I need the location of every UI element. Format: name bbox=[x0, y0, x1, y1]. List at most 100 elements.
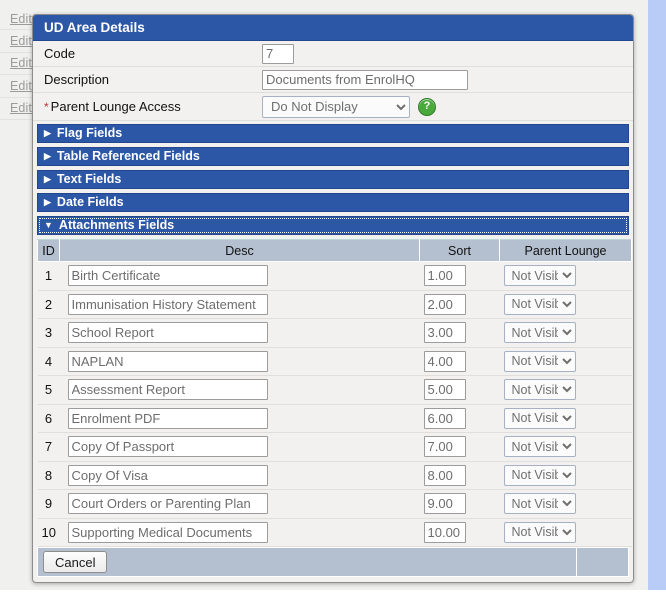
edit-link[interactable]: Edit bbox=[10, 101, 32, 115]
row-parent-lounge-cell: Not Visible bbox=[500, 490, 632, 519]
row-id: 10 bbox=[38, 518, 60, 547]
row-desc-cell bbox=[60, 518, 420, 547]
chevron-right-icon: ▶ bbox=[44, 129, 51, 138]
row-desc-cell bbox=[60, 490, 420, 519]
attachments-table-body: 1 Not Visible 2 Not Visible 3 bbox=[38, 262, 632, 547]
column-header-desc: Desc bbox=[60, 240, 420, 262]
row-desc-cell bbox=[60, 433, 420, 462]
table-row: 8 Not Visible bbox=[38, 461, 632, 490]
chevron-right-icon: ▶ bbox=[44, 198, 51, 207]
table-row: 3 Not Visible bbox=[38, 319, 632, 348]
column-header-id: ID bbox=[38, 240, 60, 262]
field-row-description: Description bbox=[33, 67, 633, 93]
parent-lounge-access-select[interactable]: Do Not Display bbox=[262, 96, 410, 118]
row-desc-cell bbox=[60, 319, 420, 348]
cancel-button[interactable]: Cancel bbox=[43, 551, 107, 573]
edit-link[interactable]: Edit bbox=[10, 34, 32, 48]
screen: Edit Edit Edit Edit Edit UD Area Details… bbox=[0, 0, 666, 600]
desc-input[interactable] bbox=[68, 465, 268, 486]
row-sort-cell bbox=[420, 433, 500, 462]
section-text-fields[interactable]: ▶ Text Fields bbox=[37, 170, 629, 189]
section-bars: ▶ Flag Fields ▶ Table Referenced Fields … bbox=[33, 121, 633, 235]
code-input[interactable] bbox=[262, 44, 294, 64]
parent-lounge-select[interactable]: Not Visible bbox=[504, 322, 576, 343]
sort-input[interactable] bbox=[424, 265, 466, 286]
desc-input[interactable] bbox=[68, 436, 268, 457]
parent-lounge-select[interactable]: Not Visible bbox=[504, 294, 576, 315]
row-sort-cell bbox=[420, 290, 500, 319]
parent-lounge-select[interactable]: Not Visible bbox=[504, 493, 576, 514]
table-row: 7 Not Visible bbox=[38, 433, 632, 462]
parent-lounge-select[interactable]: Not Visible bbox=[504, 351, 576, 372]
section-text-fields-label: Text Fields bbox=[57, 170, 121, 189]
section-attachments-fields[interactable]: ▼ Attachments Fields bbox=[37, 216, 629, 235]
sort-input[interactable] bbox=[424, 322, 466, 343]
row-desc-cell bbox=[60, 376, 420, 405]
desc-input[interactable] bbox=[68, 265, 268, 286]
attachments-table-wrap: ID Desc Sort Parent Lounge 1 Not Visible bbox=[33, 239, 633, 547]
desc-input[interactable] bbox=[68, 379, 268, 400]
footer-divider bbox=[576, 548, 577, 576]
parent-lounge-select[interactable]: Not Visible bbox=[504, 408, 576, 429]
section-table-referenced-fields[interactable]: ▶ Table Referenced Fields bbox=[37, 147, 629, 166]
row-sort-cell bbox=[420, 347, 500, 376]
sort-input[interactable] bbox=[424, 408, 466, 429]
row-id: 5 bbox=[38, 376, 60, 405]
row-parent-lounge-cell: Not Visible bbox=[500, 319, 632, 348]
desc-input[interactable] bbox=[68, 351, 268, 372]
table-row: 1 Not Visible bbox=[38, 262, 632, 291]
parent-lounge-select[interactable]: Not Visible bbox=[504, 465, 576, 486]
parent-lounge-select[interactable]: Not Visible bbox=[504, 379, 576, 400]
sort-input[interactable] bbox=[424, 379, 466, 400]
row-sort-cell bbox=[420, 376, 500, 405]
section-flag-fields[interactable]: ▶ Flag Fields bbox=[37, 124, 629, 143]
row-parent-lounge-cell: Not Visible bbox=[500, 461, 632, 490]
sort-input[interactable] bbox=[424, 465, 466, 486]
dialog-title: UD Area Details bbox=[33, 15, 633, 41]
parent-lounge-select[interactable]: Not Visible bbox=[504, 522, 576, 543]
chevron-right-icon: ▶ bbox=[44, 152, 51, 161]
table-row: 6 Not Visible bbox=[38, 404, 632, 433]
sort-input[interactable] bbox=[424, 294, 466, 315]
parent-lounge-select[interactable]: Not Visible bbox=[504, 436, 576, 457]
field-row-parent-lounge-access: *Parent Lounge Access Do Not Display ? bbox=[33, 93, 633, 121]
row-id: 8 bbox=[38, 461, 60, 490]
row-id: 6 bbox=[38, 404, 60, 433]
row-id: 7 bbox=[38, 433, 60, 462]
sort-input[interactable] bbox=[424, 436, 466, 457]
description-label: Description bbox=[44, 72, 262, 87]
edit-link[interactable]: Edit bbox=[10, 56, 32, 70]
required-asterisk: * bbox=[44, 100, 49, 114]
row-parent-lounge-cell: Not Visible bbox=[500, 518, 632, 547]
row-desc-cell bbox=[60, 461, 420, 490]
row-sort-cell bbox=[420, 262, 500, 291]
description-input[interactable] bbox=[262, 70, 468, 90]
edit-link[interactable]: Edit bbox=[10, 12, 32, 26]
row-sort-cell bbox=[420, 490, 500, 519]
parent-lounge-access-label-text: Parent Lounge Access bbox=[51, 99, 181, 114]
desc-input[interactable] bbox=[68, 493, 268, 514]
sort-input[interactable] bbox=[424, 493, 466, 514]
row-sort-cell bbox=[420, 319, 500, 348]
parent-lounge-select[interactable]: Not Visible bbox=[504, 265, 576, 286]
row-id: 1 bbox=[38, 262, 60, 291]
row-sort-cell bbox=[420, 404, 500, 433]
row-parent-lounge-cell: Not Visible bbox=[500, 404, 632, 433]
desc-input[interactable] bbox=[68, 322, 268, 343]
table-row: 5 Not Visible bbox=[38, 376, 632, 405]
desc-input[interactable] bbox=[68, 408, 268, 429]
row-id: 9 bbox=[38, 490, 60, 519]
right-accent-strip bbox=[648, 0, 666, 590]
desc-input[interactable] bbox=[68, 294, 268, 315]
bottom-margin bbox=[0, 590, 666, 600]
desc-input[interactable] bbox=[68, 522, 268, 543]
edit-link[interactable]: Edit bbox=[10, 79, 32, 93]
ud-area-details-dialog: UD Area Details Code Description *Parent… bbox=[32, 14, 634, 583]
row-desc-cell bbox=[60, 404, 420, 433]
help-icon[interactable]: ? bbox=[418, 98, 436, 116]
sort-input[interactable] bbox=[424, 351, 466, 372]
chevron-down-icon: ▼ bbox=[44, 221, 53, 230]
section-date-fields[interactable]: ▶ Date Fields bbox=[37, 193, 629, 212]
sort-input[interactable] bbox=[424, 522, 466, 543]
section-table-referenced-fields-label: Table Referenced Fields bbox=[57, 147, 200, 166]
